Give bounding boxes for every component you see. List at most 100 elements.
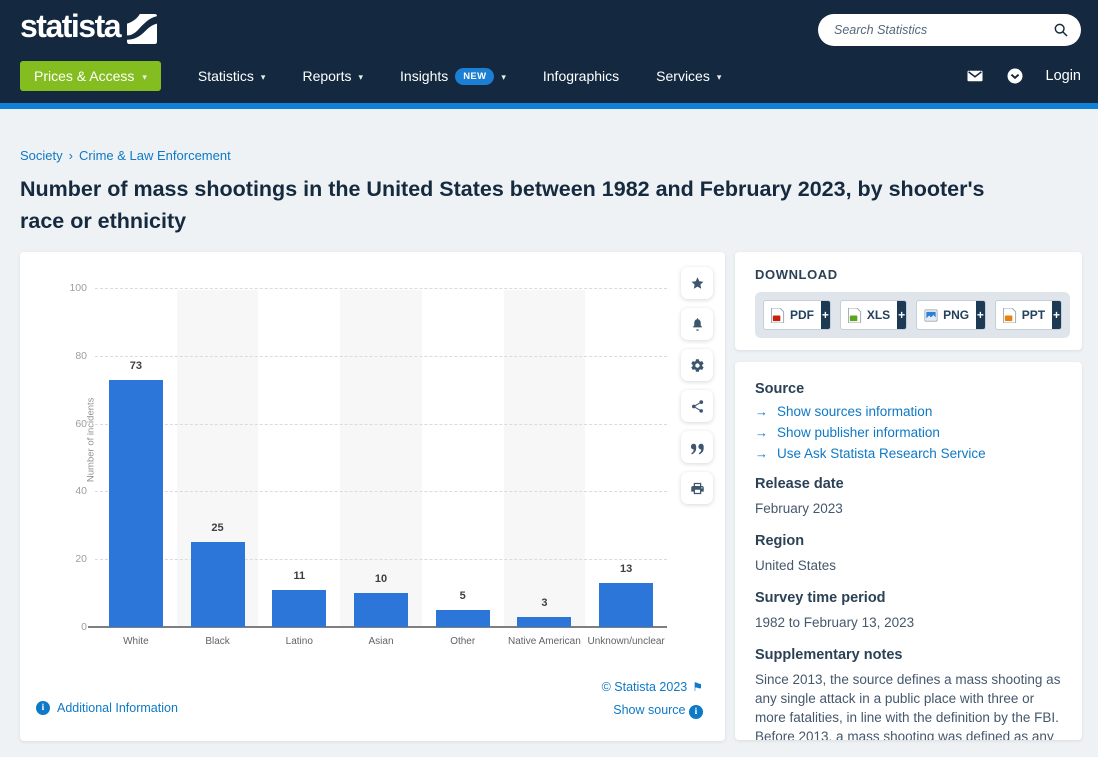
survey-period-value: 1982 to February 13, 2023 — [755, 613, 1062, 632]
site-header: statista Prices & Access ▾ Statistics ▾ … — [0, 0, 1098, 103]
plus-icon[interactable]: + — [897, 301, 906, 329]
source-info-card: Source →Show sources information →Show p… — [735, 362, 1082, 740]
plus-icon[interactable]: + — [976, 301, 985, 329]
plus-icon[interactable]: + — [1052, 301, 1061, 329]
bar — [517, 617, 571, 627]
download-png-button[interactable]: PNG + — [916, 300, 986, 330]
grid-line — [95, 424, 667, 425]
download-ppt-button[interactable]: PPT + — [995, 300, 1062, 330]
page-title: Number of mass shootings in the United S… — [20, 173, 1030, 237]
chevron-down-icon: ▾ — [358, 72, 363, 83]
breadcrumb-society[interactable]: Society — [20, 148, 63, 163]
breadcrumb-crime-law[interactable]: Crime & Law Enforcement — [79, 148, 231, 163]
download-xls-button[interactable]: XLS + — [840, 300, 907, 330]
category-label: Other — [422, 636, 504, 648]
category-label: Latino — [258, 636, 340, 648]
show-publisher-information-link[interactable]: →Show publisher information — [755, 425, 1062, 440]
survey-period-heading: Survey time period — [755, 590, 1062, 606]
category-label: Black — [177, 636, 259, 648]
mail-icon[interactable] — [966, 67, 984, 85]
chevron-down-icon: ▾ — [142, 72, 147, 83]
nav-infographics[interactable]: Infographics — [543, 68, 619, 84]
globe-language-icon[interactable] — [1006, 67, 1024, 85]
bar-value-label: 3 — [504, 597, 586, 609]
download-card: DOWNLOAD PDF + XLS + PNG + — [735, 252, 1082, 350]
flag-icon[interactable]: ⚑ — [692, 680, 703, 694]
chart-toolbar — [681, 267, 713, 504]
show-sources-information-link[interactable]: →Show sources information — [755, 404, 1062, 419]
ppt-file-icon — [1003, 308, 1017, 323]
arrow-right-icon: → — [755, 404, 768, 419]
nav-services[interactable]: Services ▾ — [656, 68, 721, 84]
ask-statista-research-service-link[interactable]: →Use Ask Statista Research Service — [755, 446, 1062, 461]
download-tray: PDF + XLS + PNG + PPT + — [755, 292, 1070, 338]
category-label: Asian — [340, 636, 422, 648]
bar-chart-plot: Number of incidents 02040608010073White2… — [95, 288, 667, 627]
nav-reports[interactable]: Reports ▾ — [302, 68, 363, 84]
print-button[interactable] — [681, 472, 713, 504]
y-tick-label: 40 — [43, 485, 87, 497]
pdf-file-icon — [771, 308, 785, 323]
info-icon: i — [689, 705, 703, 719]
download-heading: DOWNLOAD — [755, 267, 1070, 282]
chart-footer-right: © Statista 2023⚑ Show source i — [602, 680, 703, 719]
info-icon: i — [36, 701, 50, 715]
citation-quote-button[interactable] — [681, 431, 713, 463]
bar — [109, 380, 163, 627]
download-pdf-button[interactable]: PDF + — [763, 300, 831, 330]
chevron-down-icon: ▾ — [717, 72, 722, 83]
release-date-section: Release date February 2023 — [755, 476, 1062, 518]
y-tick-label: 100 — [43, 282, 87, 294]
category-label: White — [95, 636, 177, 648]
nav-insights[interactable]: Insights NEW ▾ — [400, 68, 506, 85]
share-button[interactable] — [681, 390, 713, 422]
y-tick-label: 60 — [43, 418, 87, 430]
bar-value-label: 25 — [177, 522, 259, 534]
bar-value-label: 73 — [95, 360, 177, 372]
alert-bell-button[interactable] — [681, 308, 713, 340]
plus-icon[interactable]: + — [821, 301, 830, 329]
header-accent-stripe — [0, 103, 1098, 109]
supplementary-notes-text: Since 2013, the source defines a mass sh… — [755, 670, 1062, 740]
statista-logo[interactable]: statista — [20, 8, 157, 45]
y-tick-label: 20 — [43, 553, 87, 565]
chevron-down-icon: ▾ — [501, 72, 506, 83]
region-value: United States — [755, 556, 1062, 575]
supplementary-notes-section: Supplementary notes Since 2013, the sour… — [755, 647, 1062, 740]
bar — [599, 583, 653, 627]
bar-value-label: 10 — [340, 573, 422, 585]
grid-line — [95, 559, 667, 560]
survey-period-section: Survey time period 1982 to February 13, … — [755, 590, 1062, 632]
additional-information-link[interactable]: i Additional Information — [36, 701, 178, 715]
nav-prices-access-button[interactable]: Prices & Access ▾ — [20, 61, 161, 91]
bar-value-label: 11 — [258, 570, 340, 582]
search-input[interactable] — [834, 23, 1053, 37]
xls-file-icon — [848, 308, 862, 323]
supplementary-notes-heading: Supplementary notes — [755, 647, 1062, 663]
release-date-heading: Release date — [755, 476, 1062, 492]
bar — [191, 542, 245, 627]
quote-icon — [690, 440, 705, 455]
nav-statistics[interactable]: Statistics ▾ — [198, 68, 266, 84]
release-date-value: February 2023 — [755, 499, 1062, 518]
breadcrumb: Society › Crime & Law Enforcement — [20, 148, 231, 163]
statista-logo-text: statista — [20, 8, 120, 45]
gear-icon — [690, 358, 705, 373]
star-icon — [690, 276, 705, 291]
breadcrumb-separator: › — [69, 148, 73, 163]
settings-gear-button[interactable] — [681, 349, 713, 381]
favorite-star-button[interactable] — [681, 267, 713, 299]
bar-value-label: 5 — [422, 590, 504, 602]
nav-prices-access-label: Prices & Access — [34, 68, 134, 84]
print-icon — [690, 481, 705, 496]
login-link[interactable]: Login — [1046, 68, 1081, 84]
column-stripe — [504, 290, 586, 627]
chevron-down-icon: ▾ — [261, 72, 266, 83]
show-source-link[interactable]: Show source i — [602, 703, 703, 719]
region-section: Region United States — [755, 533, 1062, 575]
arrow-right-icon: → — [755, 446, 768, 461]
main-nav: Prices & Access ▾ Statistics ▾ Reports ▾… — [20, 61, 721, 91]
y-tick-label: 80 — [43, 350, 87, 362]
bar-value-label: 13 — [585, 563, 667, 575]
search-icon[interactable] — [1053, 22, 1069, 38]
